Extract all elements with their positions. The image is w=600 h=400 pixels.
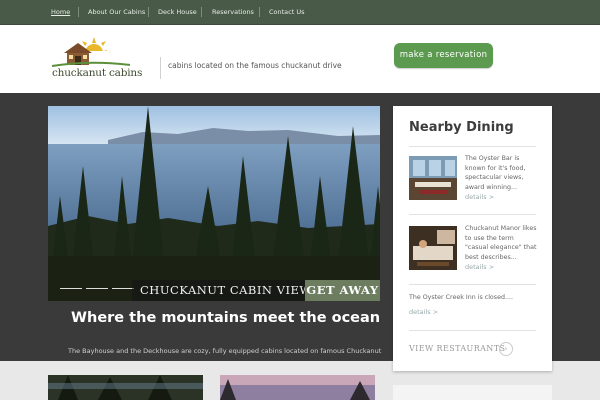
dining-description: The Oyster Creek Inn is closed....: [409, 294, 513, 301]
sidebar-widget: [393, 385, 552, 400]
details-link[interactable]: details >: [465, 193, 494, 201]
slider-dot[interactable]: [112, 288, 134, 289]
nav-about-our-cabins[interactable]: About Our Cabins: [88, 8, 145, 16]
site-header: chuckanut cabins cabins located on the f…: [0, 25, 600, 93]
nav-reservations[interactable]: Reservations: [212, 8, 254, 16]
divider: [409, 330, 536, 331]
hero-slider-image[interactable]: [48, 106, 380, 301]
nav-deck-house[interactable]: Deck House: [158, 8, 197, 16]
divider: [409, 284, 536, 285]
chuckanut-manor-thumbnail[interactable]: [409, 226, 457, 270]
details-link[interactable]: details >: [465, 263, 494, 271]
nearby-dining-panel: Nearby Dining The Oyster Bar is known fo…: [393, 106, 552, 371]
page-headline: Where the mountains meet the ocean: [71, 310, 381, 326]
logo-text: chuckanut cabins: [52, 67, 143, 79]
sidebar-title: Nearby Dining: [409, 120, 514, 135]
divider: [409, 146, 536, 147]
slider-dot[interactable]: [60, 288, 82, 289]
dining-description: Chuckanut Manor likes to use the term "c…: [465, 225, 537, 261]
intro-text: The Bayhouse and the Deckhouse are cozy,…: [68, 347, 382, 355]
slider-dot[interactable]: [86, 288, 108, 289]
nav-separator: [148, 7, 149, 17]
make-reservation-button[interactable]: make a reservation: [394, 43, 493, 68]
oyster-bar-thumbnail[interactable]: [409, 156, 457, 200]
slider-caption: CHUCKANUT CABIN VIEWS: [132, 280, 329, 301]
arrow-right-icon[interactable]: ›: [499, 342, 513, 356]
nav-contact-us[interactable]: Contact Us: [269, 8, 305, 16]
divider: [409, 214, 536, 215]
cabin-card-image[interactable]: [220, 375, 375, 400]
ocean-view-photo: [48, 106, 380, 301]
nav-home[interactable]: Home: [51, 8, 70, 16]
nav-separator: [201, 7, 202, 17]
dining-description: The Oyster Bar is known for it's food, s…: [465, 155, 526, 191]
nav-separator: [259, 7, 260, 17]
top-nav: Home About Our Cabins Deck House Reserva…: [0, 0, 600, 25]
cabin-card-image[interactable]: [48, 375, 203, 400]
header-divider: [160, 57, 161, 79]
details-link[interactable]: details >: [409, 308, 438, 316]
nav-separator: [78, 7, 79, 17]
get-away-button[interactable]: GET AWAY: [305, 280, 380, 301]
view-restaurants-link[interactable]: VIEW RESTAURANTS: [409, 344, 505, 353]
site-tagline: cabins located on the famous chuckanut d…: [168, 61, 342, 70]
